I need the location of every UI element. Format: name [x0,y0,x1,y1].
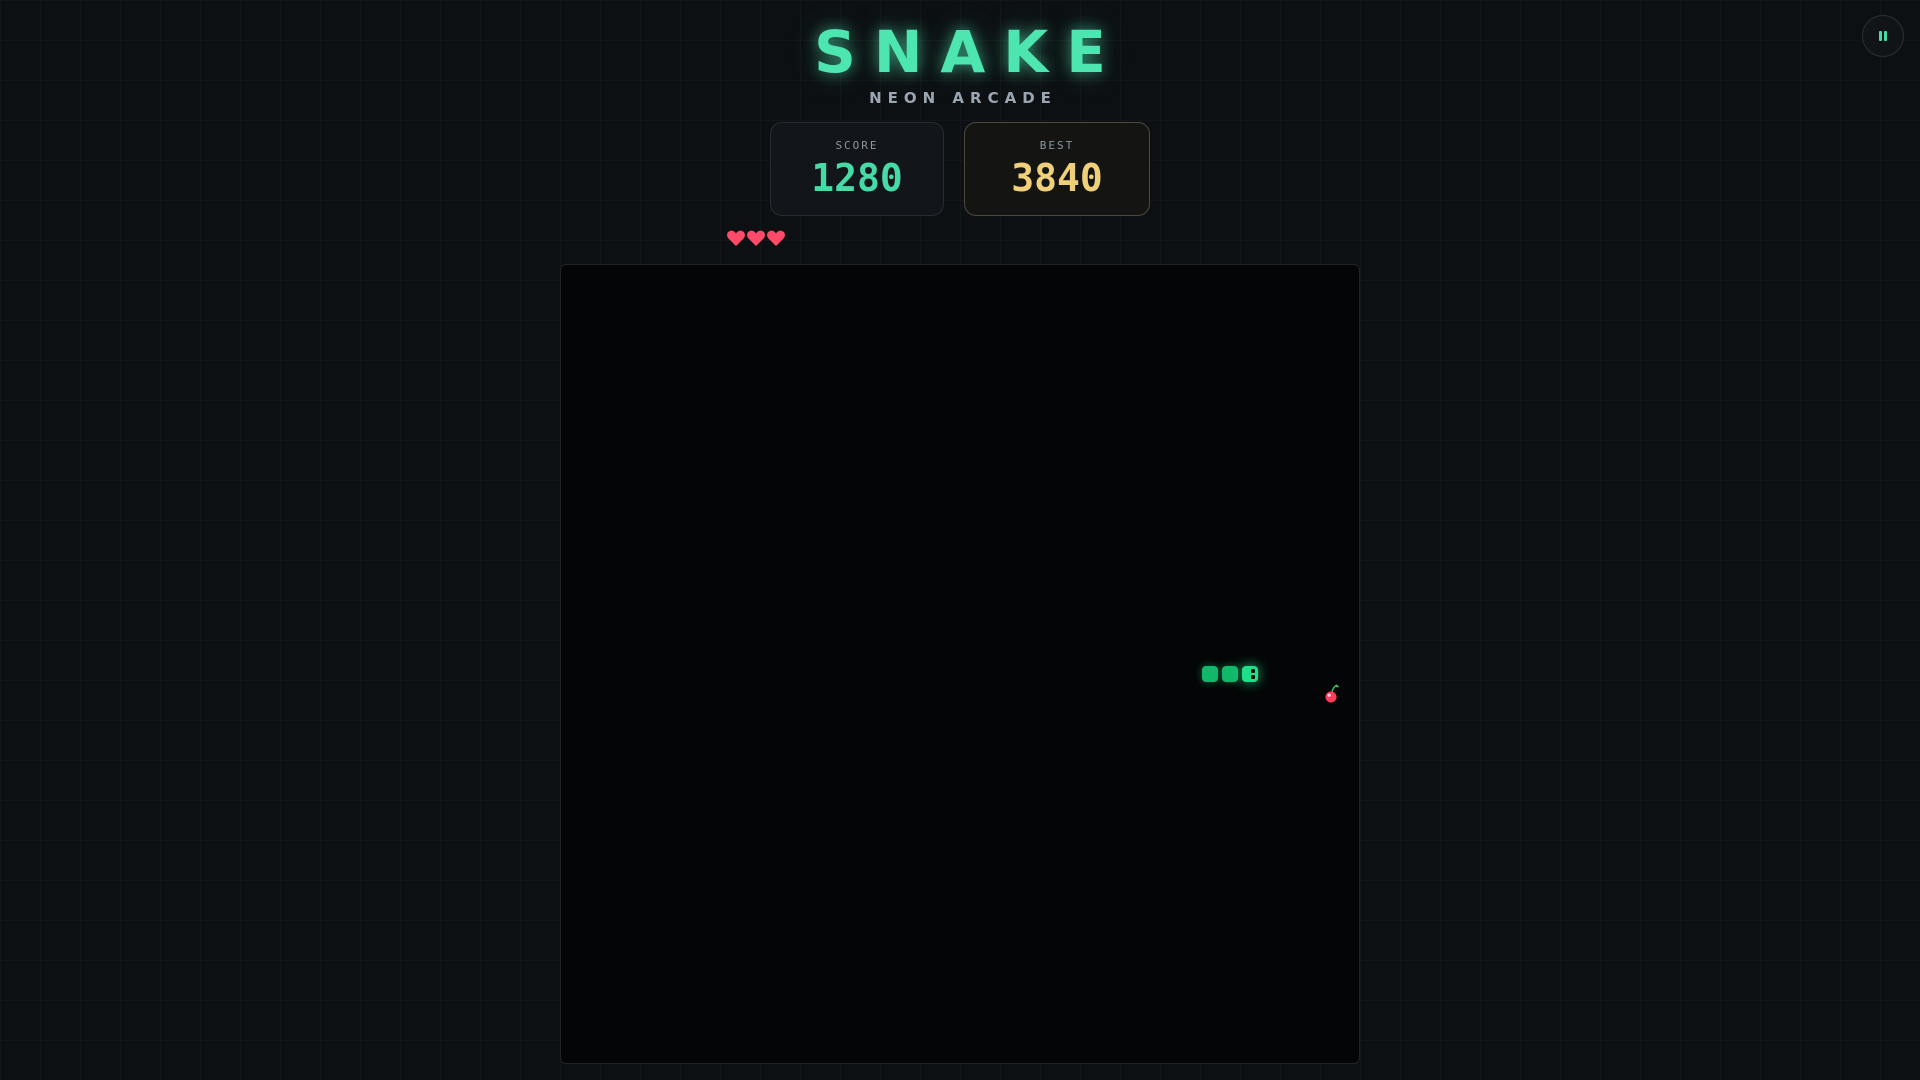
game-title: SNAKE [814,18,1124,86]
snake-body-segment [1222,666,1238,682]
heart-icon [766,228,786,248]
game-subtitle: NEON ARCADE [869,89,1057,107]
best-score-panel: BEST 3840 [964,122,1150,216]
heart-icon [726,228,746,248]
cherry-icon [1323,683,1341,705]
pause-icon [1879,31,1887,41]
snake-eye [1251,669,1255,673]
game-board[interactable] [560,264,1360,1064]
score-label: SCORE [835,139,879,152]
pause-button[interactable] [1862,15,1904,57]
best-score-label: BEST [1039,139,1075,152]
snake-body-segment [1202,666,1218,682]
score-value: 1280 [811,156,903,200]
heart-icon [746,228,766,248]
lives-indicator [726,228,786,250]
snake-eye [1251,675,1255,679]
snake-head [1242,666,1258,682]
best-score-value: 3840 [1011,156,1103,200]
score-panel: SCORE 1280 [770,122,944,216]
